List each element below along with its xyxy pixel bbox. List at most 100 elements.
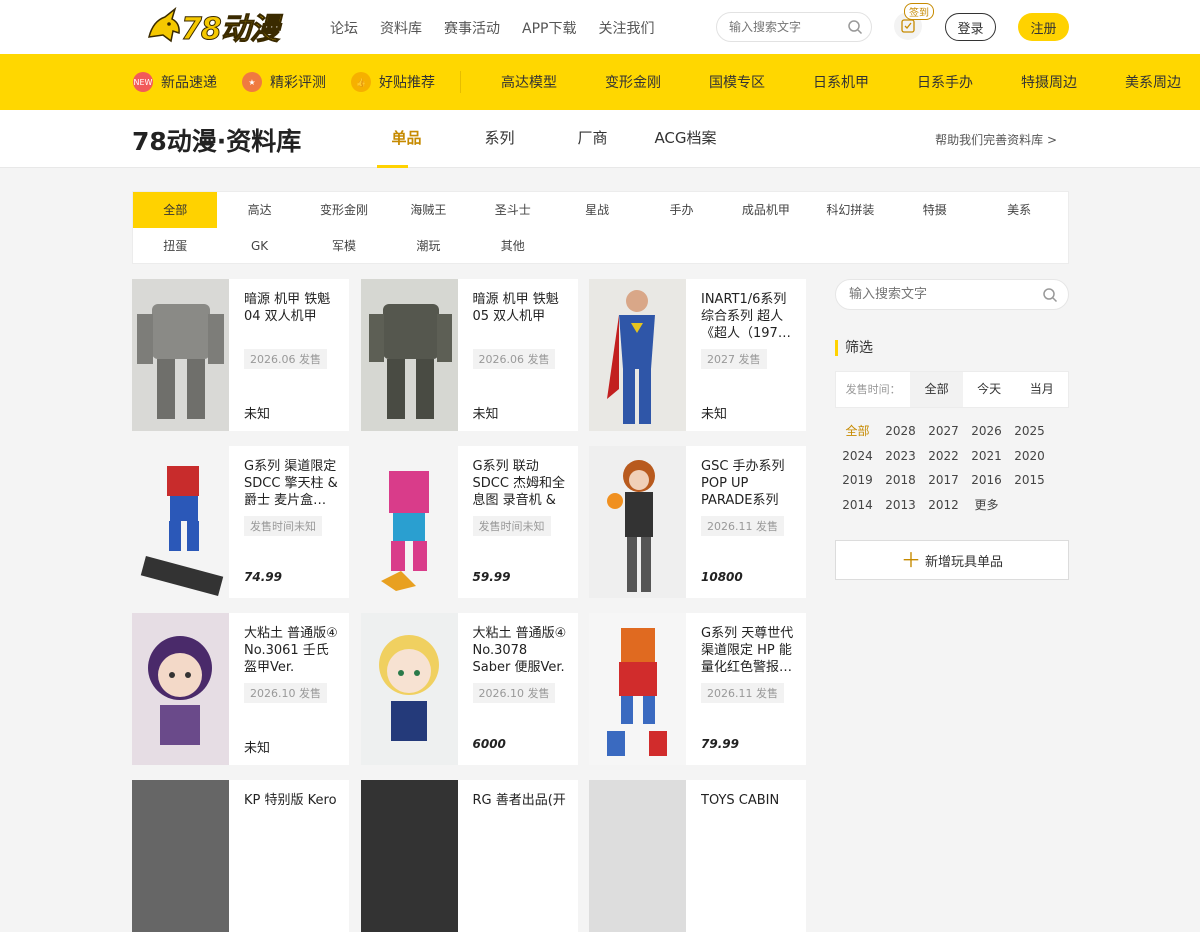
category-filter-item[interactable]: 变形金刚 [302, 192, 386, 228]
nav-forum[interactable]: 论坛 [330, 18, 358, 38]
featured-review[interactable]: ★ 精彩评测 [242, 72, 326, 92]
year-option[interactable]: 2017 [922, 471, 965, 496]
item-name[interactable]: KP 特别版 Kero [244, 792, 340, 809]
item-card[interactable]: 暗源 机甲 铁魁05 双人机甲 2026.06 发售 未知 [360, 279, 578, 431]
item-card[interactable]: 大粘土 普通版④ No.3061 壬氏 盔甲Ver. 2026.10 发售 未知 [132, 613, 349, 765]
sidebar-search-input[interactable] [849, 280, 1029, 309]
item-thumbnail[interactable] [132, 279, 229, 431]
item-name[interactable]: G系列 天尊世代 渠道限定 HP 能量化红色警报… [701, 625, 797, 676]
item-card[interactable]: 暗源 机甲 铁魁04 双人机甲 2026.06 发售 未知 [132, 279, 349, 431]
item-card[interactable]: GSC 手办系列 POP UP PARADE系列 SP … 2026.11 发售 1… [589, 446, 806, 598]
year-option[interactable]: 2019 [836, 471, 879, 496]
cat-jp-figures[interactable]: 日系手办 [899, 72, 991, 92]
year-option[interactable]: 2022 [922, 447, 965, 472]
login-button[interactable]: 登录 [945, 13, 996, 41]
item-card[interactable]: G系列 联动 SDCC 杰姆和全息图 录音机 & … 发售时间未知 59.99 [360, 446, 578, 598]
year-option[interactable]: 2025 [1008, 422, 1051, 447]
year-option[interactable]: 2014 [836, 496, 879, 521]
item-thumbnail[interactable] [589, 780, 686, 932]
category-filter-item[interactable]: 圣斗士 [471, 192, 555, 228]
year-option[interactable]: 2018 [879, 471, 922, 496]
time-option-month[interactable]: 当月 [1015, 372, 1068, 407]
item-name[interactable]: RG 善者出品(开 [473, 792, 569, 809]
year-option[interactable]: 2020 [1008, 447, 1051, 472]
year-option[interactable]: 2027 [922, 422, 965, 447]
item-thumbnail[interactable] [589, 446, 686, 598]
year-option[interactable]: 2023 [879, 447, 922, 472]
item-name[interactable]: G系列 联动 SDCC 杰姆和全息图 录音机 & … [473, 458, 569, 509]
item-thumbnail[interactable] [360, 279, 458, 431]
item-name[interactable]: G系列 渠道限定 SDCC 擎天柱 & 爵士 麦片盒… [244, 458, 340, 509]
item-card[interactable]: RG 善者出品(开 [360, 780, 578, 932]
add-item-button[interactable]: ＋ 新增玩具单品 [835, 540, 1069, 580]
year-option[interactable]: 全部 [836, 422, 879, 447]
item-thumbnail[interactable] [132, 613, 229, 765]
year-option[interactable]: 2024 [836, 447, 879, 472]
nav-app-download[interactable]: APP下载 [522, 18, 576, 38]
item-card[interactable]: KP 特别版 Kero [132, 780, 349, 932]
header-search-input[interactable] [729, 13, 849, 41]
item-thumbnail[interactable] [360, 446, 458, 598]
item-card[interactable]: G系列 渠道限定 SDCC 擎天柱 & 爵士 麦片盒… 发售时间未知 74.99 [132, 446, 349, 598]
item-thumbnail[interactable] [132, 780, 229, 932]
category-filter-item[interactable]: 军模 [302, 228, 386, 264]
cat-gundam[interactable]: 高达模型 [483, 72, 575, 92]
item-card[interactable]: TOYS CABIN [589, 780, 806, 932]
category-filter-item[interactable]: 美系 [977, 192, 1061, 228]
item-card[interactable]: G系列 天尊世代 渠道限定 HP 能量化红色警报… 2026.11 发售 79.99 [589, 613, 806, 765]
help-improve-link[interactable]: 帮助我们完善资料库 > [935, 131, 1057, 148]
item-thumbnail[interactable] [589, 279, 686, 431]
item-thumbnail[interactable] [360, 613, 458, 765]
year-option[interactable]: 更多 [965, 496, 1008, 521]
year-option[interactable]: 2015 [1008, 471, 1051, 496]
search-icon[interactable] [847, 19, 863, 35]
nav-follow-us[interactable]: 关注我们 [598, 18, 654, 38]
checkin-button[interactable]: 签到 [894, 3, 934, 40]
category-filter-item[interactable]: 全部 [133, 192, 218, 228]
item-name[interactable]: 大粘土 普通版④ No.3061 壬氏 盔甲Ver. [244, 625, 340, 676]
item-name[interactable]: GSC 手办系列 POP UP PARADE系列 SP … [701, 458, 797, 509]
item-thumbnail[interactable] [132, 446, 229, 598]
category-filter-item[interactable]: 星战 [555, 192, 639, 228]
item-name[interactable]: 大粘土 普通版④ No.3078 Saber 便服Ver. [473, 625, 569, 676]
register-button[interactable]: 注册 [1018, 13, 1069, 41]
cat-us-merch[interactable]: 美系周边 [1107, 72, 1199, 92]
cat-chinese-models[interactable]: 国模专区 [691, 72, 783, 92]
time-option-all[interactable]: 全部 [910, 372, 963, 407]
tab-series[interactable]: 系列 [453, 110, 546, 168]
category-filter-item[interactable]: 手办 [639, 192, 723, 228]
year-option[interactable]: 2012 [922, 496, 965, 521]
category-filter-item[interactable]: GK [217, 228, 301, 264]
item-name[interactable]: 暗源 机甲 铁魁04 双人机甲 [244, 291, 340, 325]
tab-makers[interactable]: 厂商 [546, 110, 639, 168]
category-filter-item[interactable]: 科幻拼装 [808, 192, 892, 228]
year-option[interactable]: 2021 [965, 447, 1008, 472]
item-name[interactable]: INART1/6系列 综合系列 超人《超人（197… [701, 291, 797, 342]
nav-events[interactable]: 赛事活动 [444, 18, 500, 38]
item-thumbnail[interactable] [589, 613, 686, 765]
category-filter-item[interactable]: 特摄 [893, 192, 977, 228]
site-logo[interactable]: 78动漫 [145, 6, 295, 48]
category-filter-item[interactable]: 其他 [471, 228, 555, 264]
tab-items[interactable]: 单品 [360, 110, 453, 168]
item-thumbnail[interactable] [360, 780, 458, 932]
featured-new[interactable]: NEW 新品速递 [133, 72, 217, 92]
item-card[interactable]: INART1/6系列 综合系列 超人《超人（197… 2027 发售 未知 [589, 279, 806, 431]
item-card[interactable]: 大粘土 普通版④ No.3078 Saber 便服Ver. 2026.10 发售 6… [360, 613, 578, 765]
featured-recommend[interactable]: 👍 好贴推荐 [351, 72, 435, 92]
cat-transformers[interactable]: 变形金刚 [587, 72, 679, 92]
category-filter-item[interactable]: 成品机甲 [724, 192, 808, 228]
year-option[interactable]: 2028 [879, 422, 922, 447]
nav-database[interactable]: 资料库 [380, 18, 422, 38]
item-name[interactable]: 暗源 机甲 铁魁05 双人机甲 [473, 291, 569, 325]
cat-tokusatsu[interactable]: 特摄周边 [1003, 72, 1095, 92]
search-icon[interactable] [1042, 287, 1058, 303]
category-filter-item[interactable]: 扭蛋 [133, 228, 217, 264]
time-option-today[interactable]: 今天 [963, 372, 1016, 407]
tab-acg-archive[interactable]: ACG档案 [639, 110, 732, 168]
year-option[interactable]: 2013 [879, 496, 922, 521]
item-name[interactable]: TOYS CABIN [701, 792, 797, 809]
year-option[interactable]: 2016 [965, 471, 1008, 496]
category-filter-item[interactable]: 高达 [217, 192, 301, 228]
cat-jp-mecha[interactable]: 日系机甲 [795, 72, 887, 92]
